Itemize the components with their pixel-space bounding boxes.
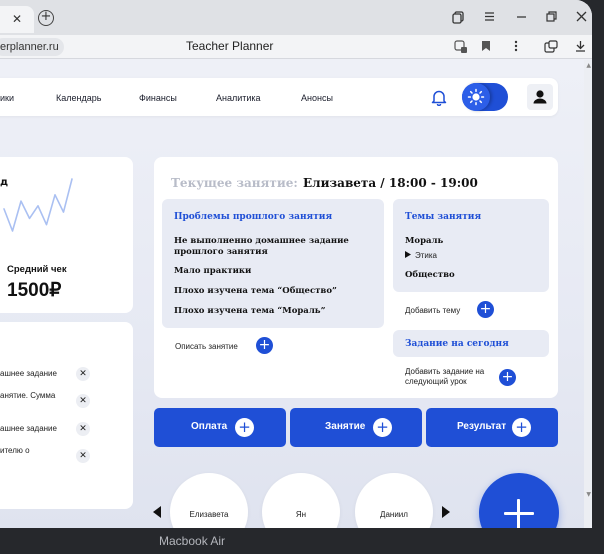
describe-lesson-label: Описать занятие — [175, 342, 238, 351]
stats-card: д Средний чек 1500₽ — [0, 157, 133, 313]
task-item: ашнее задание — [0, 369, 57, 378]
lesson-topics-panel: Темы занятия Мораль Этика Общество — [393, 199, 549, 292]
theme-toggle[interactable] — [462, 83, 508, 111]
add-topic-button[interactable]: + — [477, 301, 494, 318]
problem-item: Мало практики — [174, 266, 252, 276]
topic-item: Мораль — [405, 236, 444, 246]
url-field[interactable]: erplanner.ru — [0, 38, 64, 56]
nav-item-analytics[interactable]: Аналитика — [216, 93, 261, 103]
problem-item: Плохо изучена тема “Мораль” — [174, 306, 326, 316]
user-icon — [533, 90, 547, 104]
scroll-up-icon[interactable]: ▲ — [586, 62, 591, 69]
plus-icon: + — [235, 418, 254, 437]
address-bar: erplanner.ru Teacher Planner — [0, 35, 592, 59]
task-item: ителю о — [0, 446, 30, 455]
payment-button[interactable]: Оплата + — [154, 408, 286, 447]
plus-icon: + — [373, 418, 392, 437]
nav-item-calendar[interactable]: Календарь — [56, 93, 101, 103]
today-task-title: Задание на сегодня — [405, 339, 509, 349]
avg-check-label: Средний чек — [7, 264, 67, 275]
remove-task-icon[interactable]: ✕ — [76, 422, 90, 436]
remove-task-icon[interactable]: ✕ — [76, 394, 90, 408]
scroll-down-icon[interactable]: ▼ — [586, 491, 591, 498]
student-card[interactable]: Даниил — [355, 473, 433, 528]
tasks-card: ашнее задание ✕ анятие. Сумма ✕ ашнее за… — [0, 322, 133, 509]
add-task-label: Добавить задание на следующий урок — [405, 367, 485, 386]
close-window-icon[interactable] — [576, 11, 587, 25]
download-icon[interactable] — [575, 40, 586, 55]
tab-bar: ✕ + — [0, 0, 592, 35]
remove-task-icon[interactable]: ✕ — [76, 449, 90, 463]
task-item: анятие. Сумма — [0, 391, 56, 400]
new-tab-button[interactable]: + — [38, 10, 54, 26]
student-name: Ян — [295, 510, 307, 519]
menu-icon[interactable] — [484, 11, 495, 25]
lesson-button[interactable]: Занятие + — [290, 408, 422, 447]
topic-item: Общество — [405, 270, 455, 280]
past-problems-panel: Проблемы прошлого занятия Не выполненно … — [162, 199, 384, 328]
student-card[interactable]: Елизавета — [170, 473, 248, 528]
device-label: Macbook Air — [159, 534, 226, 548]
current-lesson-value: Елизавета / 18:00 - 19:00 — [303, 176, 478, 190]
prev-student-icon[interactable] — [153, 506, 161, 521]
sidebar-panel-icon[interactable] — [544, 40, 558, 56]
remove-task-icon[interactable]: ✕ — [76, 367, 90, 381]
extension-icon[interactable] — [454, 40, 468, 57]
plus-icon: + — [512, 418, 531, 437]
profile-button[interactable] — [527, 84, 553, 110]
lesson-topics-title: Темы занятия — [405, 212, 482, 222]
top-navbar: ики Календарь Финансы Аналитика Анонсы — [0, 78, 558, 116]
restore-window-icon[interactable] — [546, 11, 557, 25]
problem-item: Не выполненно домашнее задание прошлого … — [174, 236, 349, 257]
today-task-panel: Задание на сегодня — [393, 330, 549, 357]
subtopic-label: Этика — [415, 251, 438, 260]
nav-item-finance[interactable]: Финансы — [139, 93, 177, 103]
result-button[interactable]: Результат + — [426, 408, 558, 447]
more-options-icon[interactable] — [514, 40, 518, 55]
plus-icon-vertical — [517, 499, 520, 528]
subtopic-item[interactable]: Этика — [405, 251, 437, 260]
current-lesson-label: Текущее занятие: — [171, 176, 298, 190]
minimize-icon[interactable] — [516, 11, 527, 25]
task-item: ашнее задание — [0, 424, 57, 433]
add-student-button[interactable] — [479, 473, 559, 528]
payment-label: Оплата — [191, 421, 228, 432]
avg-check-value: 1500₽ — [7, 280, 62, 301]
student-card[interactable]: Ян — [262, 473, 340, 528]
theme-toggle-knob — [462, 83, 490, 111]
trend-sparkline — [3, 178, 73, 232]
nav-item-announcements[interactable]: Анонсы — [301, 93, 333, 103]
browser-window: ✕ + erplanner.ru Teacher Planner ики Кал… — [0, 0, 592, 528]
result-label: Результат — [457, 421, 507, 432]
page-title: Teacher Planner — [186, 39, 274, 53]
problem-item: Плохо изучена тема “Общество” — [174, 286, 337, 296]
laptop-bezel: Macbook Air — [0, 528, 604, 554]
trend-line — [3, 178, 73, 232]
describe-lesson-button[interactable]: + — [256, 337, 273, 354]
add-topic-label: Добавить тему — [405, 306, 461, 315]
next-student-icon[interactable] — [442, 506, 450, 521]
lesson-label: Занятие — [325, 421, 366, 432]
sun-icon — [467, 88, 485, 106]
active-tab[interactable]: ✕ — [0, 6, 34, 33]
close-tab-icon[interactable]: ✕ — [12, 13, 22, 25]
current-lesson-card: Текущее занятие: Елизавета / 18:00 - 19:… — [154, 157, 558, 398]
scrollbar[interactable] — [584, 60, 592, 528]
past-problems-title: Проблемы прошлого занятия — [174, 212, 333, 222]
student-name: Даниил — [380, 510, 408, 519]
student-name: Елизавета — [189, 510, 229, 519]
add-task-button[interactable]: + — [499, 369, 516, 386]
bell-icon[interactable] — [430, 88, 448, 106]
caret-right-icon — [405, 251, 411, 258]
tab-collections-icon[interactable] — [452, 11, 465, 27]
nav-item-partial[interactable]: ики — [0, 93, 14, 103]
app-content: ики Календарь Финансы Аналитика Анонсы д… — [0, 60, 592, 528]
bookmark-icon[interactable] — [481, 40, 491, 55]
